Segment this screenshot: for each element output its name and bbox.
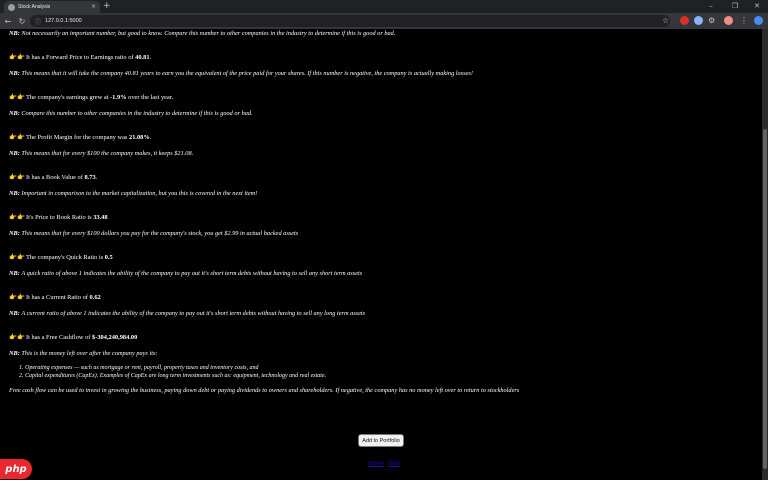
pointing-hands-icon: 👉👉 [9,294,25,301]
metric-row: 👉👉It has a Forward Price to Earnings rat… [9,53,749,62]
metric-note: NB: This means that for every $100 the c… [9,149,749,158]
site-info-icon[interactable]: ⓘ [35,17,41,26]
metric-note: NB: This means that for every $100 dolla… [9,229,749,238]
sidebar-icon[interactable] [754,16,763,25]
reload-icon[interactable]: ↻ [16,15,28,27]
nb-text: Compare this number to other companies i… [19,110,253,117]
home-link[interactable]: Home [368,461,384,467]
metric-prefix: It's Price to Book Ratio is [26,214,94,221]
metric-row: 👉👉It has a Book Value of 8.73. [9,173,749,182]
pointing-hands-icon: 👉👉 [9,134,25,141]
metric-suffix: over the last year. [126,94,174,101]
metric-value: 0.62 [89,294,101,301]
metric-suffix: . [95,174,98,181]
nb-note-top: NB: Not necessarily an important number,… [9,29,749,38]
nb-text: This means that for every $100 the compa… [19,150,194,157]
metric-note: NB: This means that it will take the com… [9,69,749,78]
nb-label: NB: [9,150,20,157]
scrollbar[interactable] [762,29,768,480]
cashflow-note: Free cash flow can be used to invest in … [9,387,520,394]
close-window-button[interactable]: ✕ [746,0,768,12]
metric-suffix: . [149,54,152,61]
nb-text: A current ratio of above 1 indicates the… [19,310,366,317]
nb-label: NB: [9,230,20,237]
nb-label: NB: [9,310,20,317]
metric-value: -1.9% [110,94,127,101]
extensions-puzzle-icon[interactable]: ⚙ [708,16,715,26]
php-badge[interactable]: php [0,459,32,479]
metric-row: 👉👉It has a Free Cashflow of $-304,240,98… [9,333,749,342]
nb-text: A quick ratio of above 1 indicates the a… [19,270,363,277]
metric-value: 33.48 [93,214,108,221]
cashflow-list: Operating expenses — such as mortgage or… [9,364,749,380]
nb-text: Important in comparison to the market ca… [19,190,258,197]
metrics-list: 👉👉It has a Forward Price to Earnings rat… [9,53,749,358]
metric-prefix: It has a Free Cashflow of [26,334,93,341]
url-text: 127.0.0.1:5000 [45,18,82,24]
metric-value: 40.81 [135,54,150,61]
nb-text: This means that it will take the company… [19,70,473,77]
nb-text: Not necessarily an important number, but… [19,30,396,37]
metric-value: 21.08% [129,134,150,141]
nb-label: NB: [9,190,20,197]
back-icon[interactable]: ← [2,15,14,27]
metric-prefix: The company's earnings grew at [26,94,111,101]
metric-note: NB: A quick ratio of above 1 indicates t… [9,269,749,278]
pointing-hands-icon: 👉👉 [9,94,25,101]
nb-text: This means that for every $100 dollars y… [19,230,299,237]
metric-value: 0.5 [104,254,113,261]
browser-toolbar: ← ↻ ⓘ 127.0.0.1:5000 ☆ ⚙ ⋮ [0,13,768,29]
metric-note: NB: Compare this number to other compani… [9,109,749,118]
metric-prefix: It has a Book Value of [26,174,85,181]
metric-row: 👉👉It's Price to Book Ratio is 33.48 [9,213,749,222]
metric-note: NB: Important in comparison to the marke… [9,189,749,198]
add-to-portfolio-button[interactable]: Add to Portfolio [358,434,404,447]
metric-prefix: It has a Forward Price to Earnings ratio… [26,54,136,61]
tab-close-icon[interactable]: × [91,4,96,10]
metric-row: 👉👉The company's Quick Ratio is 0.5 [9,253,749,262]
metric-prefix: The Profit Margin for the company was [26,134,129,141]
pointing-hands-icon: 👉👉 [9,214,25,221]
page-viewport: NB: Not necessarily an important number,… [0,29,762,480]
metric-value: 8.73 [84,174,96,181]
minimize-button[interactable]: – [700,0,722,12]
maximize-button[interactable]: ❐ [724,0,746,12]
metric-row: 👉👉It has a Current Ratio of 0.62 [9,293,749,302]
address-bar[interactable]: ⓘ 127.0.0.1:5000 [30,15,670,27]
cashflow-list-item: Capital expenditures (CapEx). Examples o… [25,372,749,380]
metric-value: $-304,240,984.00 [92,334,138,341]
analysis-content: NB: Not necessarily an important number,… [9,29,749,395]
tab-favicon-icon [8,3,15,11]
pointing-hands-icon: 👉👉 [9,254,25,261]
nb-label: NB: [9,350,20,357]
next-link[interactable]: Next [388,461,400,467]
nb-label: NB: [9,110,20,117]
metric-prefix: The company's Quick Ratio is [26,254,105,261]
metric-note: NB: This is the money left over after th… [9,349,749,358]
nb-label: NB: [9,270,20,277]
scrollbar-thumb[interactable] [763,129,767,469]
profile-avatar[interactable] [724,16,733,25]
metric-note: NB: A current ratio of above 1 indicates… [9,309,749,318]
tab-title: Stock Analysis [18,4,51,10]
pointing-hands-icon: 👉👉 [9,54,25,61]
tab-strip: Stock Analysis × + – ❐ ✕ [0,0,768,13]
bookmark-star-icon[interactable]: ☆ [662,16,669,26]
nb-label: NB: [9,70,20,77]
metric-prefix: It has a Current Ratio of [26,294,90,301]
metric-row: 👉👉The company's earnings grew at -1.9% o… [9,93,749,102]
new-tab-button[interactable]: + [103,1,111,12]
pointing-hands-icon: 👉👉 [9,334,25,341]
cashflow-list-item: Operating expenses — such as mortgage or… [25,364,749,372]
pointing-hands-icon: 👉👉 [9,174,25,181]
menu-dots-icon[interactable]: ⋮ [740,16,748,26]
nb-text: This is the money left over after the co… [19,350,158,357]
extension-icon-red[interactable] [680,16,689,25]
nb-label: NB: [9,30,20,37]
browser-tab[interactable]: Stock Analysis × [4,1,100,13]
metric-suffix: . [149,134,152,141]
extension-icon-blue[interactable] [694,16,703,25]
metric-row: 👉👉The Profit Margin for the company was … [9,133,749,142]
